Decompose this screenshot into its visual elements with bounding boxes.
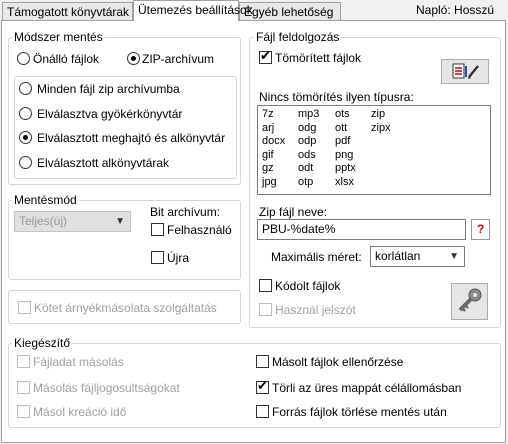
- method-group-title: Módszer mentés: [12, 30, 105, 44]
- no-compress-label: Nincs tömörítés ilyen típusra:: [259, 90, 414, 104]
- list-item: ods: [298, 148, 316, 161]
- list-item: gz: [262, 162, 274, 174]
- shadow-copy-checkbox[interactable]: [18, 301, 31, 314]
- compressed-files-checkbox[interactable]: ✔: [259, 49, 272, 64]
- chevron-down-icon: ▼: [449, 251, 459, 262]
- list-item: zipx: [371, 121, 391, 134]
- radio-separate-sub-label: Elválasztott alkönyvtárak: [37, 156, 170, 170]
- radio-zip-archive[interactable]: [127, 52, 140, 65]
- radio-individual-files-label: Önálló fájlok: [33, 52, 100, 66]
- file-processing-title: Fájl feldolgozás: [254, 30, 342, 44]
- list-item: ots: [335, 108, 350, 120]
- zip-name-input[interactable]: PBU-%date%: [257, 219, 466, 240]
- bit-archive-label: Bit archívum:: [150, 205, 221, 219]
- delete-source-label: Forrás fájlok törlése mentés után: [272, 405, 447, 419]
- list-item: otp: [298, 175, 314, 188]
- copy-creation-time-checkbox[interactable]: [17, 405, 30, 418]
- log-level-label: Napló: Hosszú: [416, 3, 495, 17]
- radio-individual-files[interactable]: [17, 52, 30, 65]
- delete-source-checkbox[interactable]: [256, 405, 269, 418]
- use-password-checkbox[interactable]: [259, 303, 272, 316]
- key-icon: [458, 288, 482, 312]
- again-checkbox[interactable]: [151, 251, 164, 264]
- delete-empty-folder-label: Törli az üres mappát célállomásban: [272, 381, 462, 395]
- copy-creation-time-label: Másol kreáció idő: [33, 405, 127, 419]
- radio-separate-root[interactable]: [19, 107, 32, 120]
- max-size-select-value: korlátlan: [375, 249, 421, 263]
- list-item: arj: [262, 121, 275, 134]
- list-item: odp: [298, 135, 317, 147]
- edit-list-icon: [452, 63, 479, 79]
- list-item: odg: [298, 121, 317, 134]
- list-item: odt: [298, 162, 314, 174]
- max-size-select[interactable]: korlátlan ▼: [370, 246, 465, 267]
- list-item: mp3: [298, 108, 320, 120]
- list-item: pptx: [335, 162, 356, 174]
- no-compress-extensions-list[interactable]: 7z arj docx gif gz jpg mp3 odg odp ods o…: [257, 105, 491, 195]
- save-mode-select[interactable]: Teljes(új) ▼: [14, 211, 131, 232]
- extensions-column-2: mp3 odg odp ods odt otp: [298, 108, 319, 189]
- use-password-label: Használ jelszót: [275, 303, 356, 317]
- list-item: png: [335, 148, 354, 161]
- tab-other-options[interactable]: Egyéb lehetőség: [239, 2, 341, 20]
- encoded-files-checkbox[interactable]: [259, 279, 272, 292]
- user-checkbox-label: Felhasználó: [167, 223, 232, 237]
- radio-zip-archive-label: ZIP-archívum: [142, 52, 215, 66]
- user-checkbox[interactable]: [151, 223, 164, 236]
- list-item: jpg: [262, 175, 277, 188]
- encoded-files-label: Kódolt fájlok: [275, 279, 341, 293]
- list-item: 7z: [262, 108, 274, 120]
- extensions-column-3: ots ott pdf png pptx xlsx: [335, 108, 356, 189]
- radio-all-in-one-label: Minden fájl zip archívumba: [37, 82, 180, 96]
- copy-file-data-label: Fájladat másolás: [33, 355, 124, 369]
- compressed-files-label: Tömörített fájlok: [275, 51, 362, 65]
- copy-permissions-checkbox[interactable]: [17, 381, 30, 394]
- tab-strip: Támogatott könyvtárak Ütemezés beállítás…: [0, 0, 508, 22]
- radio-all-in-one[interactable]: [19, 82, 32, 95]
- max-size-label: Maximális méret:: [271, 250, 362, 264]
- password-key-button[interactable]: [451, 283, 488, 320]
- list-item: ott: [335, 121, 348, 134]
- shadow-copy-label: Kötet árnyékmásolata szolgáltatás: [34, 301, 217, 315]
- zip-name-help-button[interactable]: ?: [471, 219, 490, 240]
- again-checkbox-label: Újra: [167, 251, 190, 265]
- radio-separate-sub[interactable]: [19, 156, 32, 169]
- list-item: gif: [262, 148, 274, 161]
- tab-supported-folders[interactable]: Támogatott könyvtárak: [2, 2, 133, 20]
- chevron-down-icon: ▼: [115, 216, 125, 227]
- radio-separate-drive-label: Elválasztott meghajtó és alkönyvtár: [37, 131, 226, 145]
- radio-separate-drive[interactable]: [19, 131, 32, 144]
- verify-copied-label: Másolt fájlok ellenőrzése: [272, 355, 404, 369]
- help-icon: ?: [477, 222, 485, 236]
- extensions-column-4: zip zipx: [371, 108, 391, 135]
- radio-separate-root-label: Elválasztva gyökérkönyvtár: [37, 107, 183, 121]
- extras-title: Kiegészítő: [12, 336, 73, 350]
- edit-extensions-button[interactable]: [441, 59, 489, 84]
- copy-permissions-label: Másolás fájljogosultságokat: [33, 381, 180, 395]
- save-mode-title: Mentésmód: [12, 193, 79, 207]
- list-item: pdf: [335, 135, 351, 147]
- verify-copied-checkbox[interactable]: [256, 355, 269, 368]
- zip-name-label: Zip fájl neve:: [259, 205, 328, 219]
- tab-schedule-settings[interactable]: Ütemezés beállítások: [133, 0, 253, 21]
- copy-file-data-checkbox[interactable]: [17, 355, 30, 368]
- list-item: docx: [262, 135, 286, 147]
- list-item: zip: [371, 108, 386, 120]
- delete-empty-folder-checkbox[interactable]: ✔: [256, 379, 269, 394]
- extensions-column-1: 7z arj docx gif gz jpg: [262, 108, 285, 189]
- list-item: xlsx: [335, 175, 354, 188]
- save-mode-select-value: Teljes(új): [19, 214, 68, 228]
